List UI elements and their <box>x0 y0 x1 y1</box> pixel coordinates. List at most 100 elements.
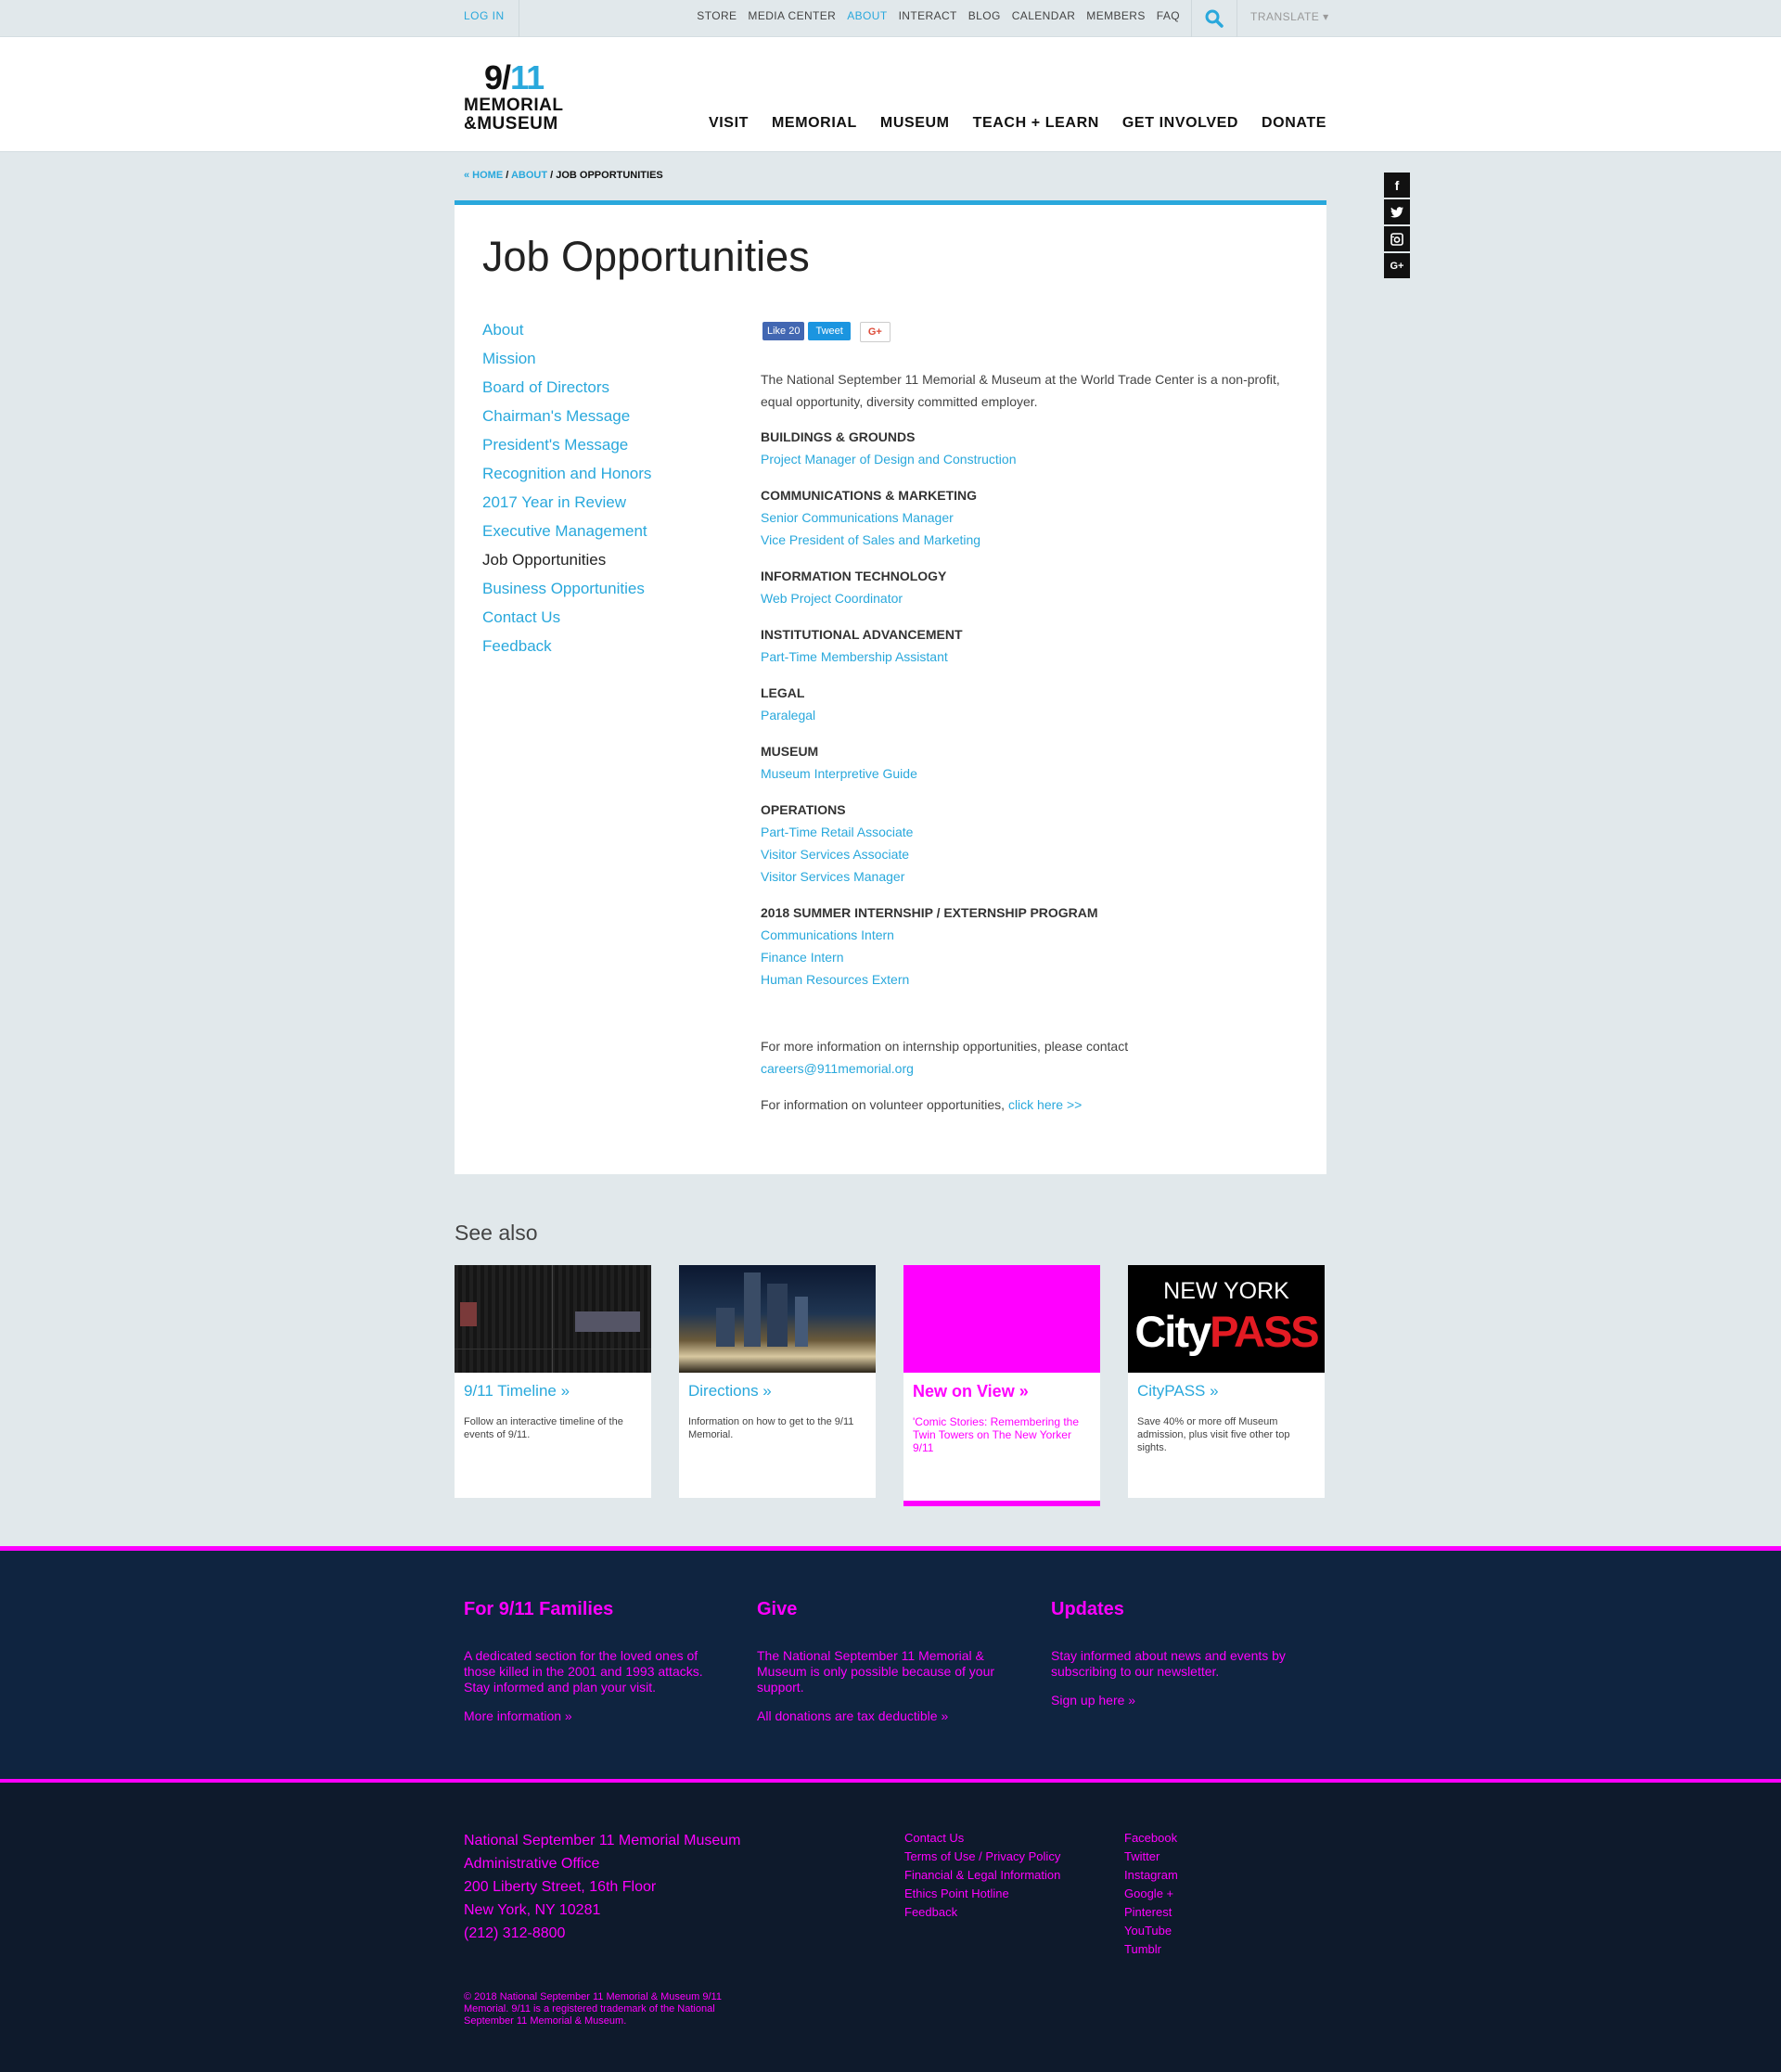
sidenav-item-president[interactable]: President's Message <box>482 435 651 464</box>
footer-link-terms[interactable]: Terms of Use / Privacy Policy <box>904 1848 1060 1866</box>
instagram-icon[interactable] <box>1384 226 1410 251</box>
sidenav-item-feedback[interactable]: Feedback <box>482 636 651 665</box>
job-link[interactable]: Vice President of Sales and Marketing <box>761 529 1280 551</box>
volunteer-info: For information on volunteer opportuniti… <box>761 1097 1083 1112</box>
citypass-thumbnail: NEW YORK CityPASS <box>1128 1265 1325 1373</box>
breadcrumb-about[interactable]: ABOUT <box>511 170 547 181</box>
footer-link-google[interactable]: Google + <box>1124 1885 1178 1903</box>
job-link[interactable]: Project Manager of Design and Constructi… <box>761 448 1280 470</box>
directions-thumbnail <box>679 1265 876 1373</box>
social-sidebar: f G+ <box>1384 173 1410 280</box>
nav-get-involved[interactable]: GET INVOLVED <box>1122 115 1238 132</box>
login-link[interactable]: LOG IN <box>464 0 519 37</box>
logo-911: 9/11 <box>484 58 545 96</box>
job-category: INFORMATION TECHNOLOGY Web Project Coordi… <box>761 565 1280 609</box>
footer-link-twitter[interactable]: Twitter <box>1124 1848 1178 1866</box>
facebook-like-button[interactable]: Like 20 <box>762 322 805 340</box>
footer-col-heading[interactable]: For 9/11 Families <box>464 1599 714 1620</box>
nav-visit[interactable]: VISIT <box>709 115 749 132</box>
volunteer-link[interactable]: click here >> <box>1008 1097 1082 1112</box>
job-category-heading: INFORMATION TECHNOLOGY <box>761 569 947 583</box>
nav-museum[interactable]: MUSEUM <box>880 115 950 132</box>
job-link[interactable]: Part-Time Retail Associate <box>761 821 1280 843</box>
job-link[interactable]: Visitor Services Associate <box>761 843 1280 865</box>
footer-col-text: The National September 11 Memorial & Mus… <box>757 1648 995 1695</box>
job-link[interactable]: Web Project Coordinator <box>761 587 1280 609</box>
tile-title[interactable]: New on View » <box>913 1382 1029 1401</box>
tile-desc: 'Comic Stories: Remembering the Twin Tow… <box>913 1415 1080 1454</box>
footer-link-youtube[interactable]: YouTube <box>1124 1922 1178 1940</box>
tile-title[interactable]: 9/11 Timeline » <box>464 1382 570 1401</box>
footer-link-facebook[interactable]: Facebook <box>1124 1829 1178 1848</box>
google-plus-button[interactable]: G+ <box>859 322 890 342</box>
tile-timeline[interactable]: 9/11 Timeline » Follow an interactive ti… <box>455 1265 651 1498</box>
sidenav-item-recognition[interactable]: Recognition and Honors <box>482 464 651 492</box>
job-listings: The National September 11 Memorial & Mus… <box>761 368 1280 1116</box>
job-link[interactable]: Visitor Services Manager <box>761 865 1280 888</box>
nav-donate[interactable]: DONATE <box>1262 115 1326 132</box>
sidenav-item-year-review[interactable]: 2017 Year in Review <box>482 492 651 521</box>
job-link[interactable]: Communications Intern <box>761 924 1280 946</box>
footer-link-tumblr[interactable]: Tumblr <box>1124 1940 1178 1959</box>
intro-text: The National September 11 Memorial & Mus… <box>761 372 1280 409</box>
copyright: © 2018 National September 11 Memorial & … <box>464 1991 722 2027</box>
utility-link-blog[interactable]: BLOG <box>968 9 1001 22</box>
tile-title[interactable]: CityPASS » <box>1137 1382 1219 1401</box>
footer-link-instagram[interactable]: Instagram <box>1124 1866 1178 1885</box>
breadcrumb: « HOME / ABOUT / JOB OPPORTUNITIES <box>464 170 663 181</box>
tile-desc: Save 40% or more off Museum admission, p… <box>1137 1416 1290 1453</box>
utility-link-interact[interactable]: INTERACT <box>899 9 957 22</box>
sidenav-item-jobs[interactable]: Job Opportunities <box>482 550 651 579</box>
sidenav-item-business[interactable]: Business Opportunities <box>482 579 651 608</box>
utility-link-about[interactable]: ABOUT <box>847 9 887 22</box>
translate-dropdown[interactable]: TRANSLATE ▾ <box>1250 0 1329 37</box>
footer-col-link[interactable]: Sign up here » <box>1051 1693 1301 1707</box>
tile-new-on-view[interactable]: New on View » 'Comic Stories: Rememberin… <box>903 1265 1100 1506</box>
footer-col-heading[interactable]: Updates <box>1051 1599 1301 1620</box>
share-buttons: Like 20 Tweet G+ <box>762 322 890 342</box>
nav-memorial[interactable]: MEMORIAL <box>772 115 857 132</box>
footer-col-text: A dedicated section for the loved ones o… <box>464 1648 703 1695</box>
utility-link-calendar[interactable]: CALENDAR <box>1012 9 1076 22</box>
utility-link-media-center[interactable]: MEDIA CENTER <box>748 9 836 22</box>
footer-col-link[interactable]: More information » <box>464 1708 714 1723</box>
utility-link-members[interactable]: MEMBERS <box>1086 9 1145 22</box>
sidenav-item-executive[interactable]: Executive Management <box>482 521 651 550</box>
nav-teach-learn[interactable]: TEACH + LEARN <box>973 115 1099 132</box>
job-category-heading: INSTITUTIONAL ADVANCEMENT <box>761 627 963 642</box>
job-link[interactable]: Part-Time Membership Assistant <box>761 646 1280 668</box>
tweet-button[interactable]: Tweet <box>808 322 851 340</box>
twitter-icon[interactable] <box>1384 199 1410 224</box>
sidenav-item-mission[interactable]: Mission <box>482 349 651 377</box>
google-plus-icon[interactable]: G+ <box>1384 253 1410 278</box>
utility-bar: LOG IN STORE MEDIA CENTER ABOUT INTERACT… <box>0 0 1781 37</box>
job-link[interactable]: Finance Intern <box>761 946 1280 968</box>
utility-link-store[interactable]: STORE <box>697 9 737 22</box>
sidenav-item-chairman[interactable]: Chairman's Message <box>482 406 651 435</box>
tile-citypass[interactable]: NEW YORK CityPASS CityPASS » Save 40% or… <box>1128 1265 1325 1498</box>
job-link[interactable]: Human Resources Extern <box>761 968 1280 991</box>
footer-link-pinterest[interactable]: Pinterest <box>1124 1903 1178 1922</box>
job-link[interactable]: Museum Interpretive Guide <box>761 762 1280 785</box>
tile-title[interactable]: Directions » <box>688 1382 772 1401</box>
footer-link-contact[interactable]: Contact Us <box>904 1829 1060 1848</box>
job-link[interactable]: Paralegal <box>761 704 1280 726</box>
sidenav-item-board[interactable]: Board of Directors <box>482 377 651 406</box>
utility-link-faq[interactable]: FAQ <box>1157 9 1180 22</box>
site-logo[interactable]: 9/11 MEMORIAL &MUSEUM <box>464 61 575 135</box>
sidenav-item-contact[interactable]: Contact Us <box>482 608 651 636</box>
footer-link-feedback[interactable]: Feedback <box>904 1903 1060 1922</box>
footer-link-ethics[interactable]: Ethics Point Hotline <box>904 1885 1060 1903</box>
footer-col-heading[interactable]: Give <box>757 1599 1007 1620</box>
breadcrumb-home[interactable]: « HOME <box>464 170 503 181</box>
job-category: COMMUNICATIONS & MARKETING Senior Communi… <box>761 484 1280 551</box>
facebook-icon[interactable]: f <box>1384 173 1410 198</box>
search-button[interactable] <box>1191 0 1237 37</box>
tile-directions[interactable]: Directions » Information on how to get t… <box>679 1265 876 1498</box>
job-category: INSTITUTIONAL ADVANCEMENT Part-Time Membe… <box>761 623 1280 668</box>
job-link[interactable]: Senior Communications Manager <box>761 506 1280 529</box>
footer-col-link[interactable]: All donations are tax deductible » <box>757 1708 1007 1723</box>
footer-link-financial[interactable]: Financial & Legal Information <box>904 1866 1060 1885</box>
sidenav-item-about[interactable]: About <box>482 320 651 349</box>
careers-email-link[interactable]: careers@911memorial.org <box>761 1061 914 1076</box>
